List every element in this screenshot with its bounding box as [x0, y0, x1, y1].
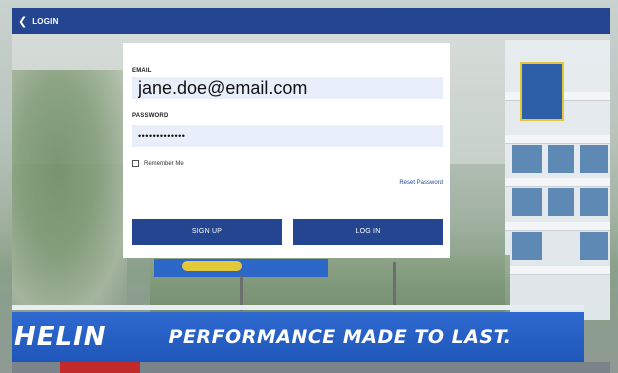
- banner-right-text: PERFORMANCE MADE TO LAST.: [168, 326, 512, 348]
- back-button[interactable]: ❮ LOGIN: [12, 8, 59, 34]
- page-title: LOGIN: [32, 16, 59, 26]
- building-window: [548, 145, 574, 173]
- checkbox-icon[interactable]: [132, 160, 139, 167]
- log-in-button[interactable]: LOG IN: [293, 219, 443, 245]
- remember-me-label: Remember Me: [144, 160, 184, 167]
- top-bar: ❮ LOGIN: [12, 8, 610, 34]
- billboard: [154, 259, 328, 277]
- building-window: [580, 188, 608, 216]
- building-floor: [505, 222, 610, 231]
- building-floor: [505, 178, 610, 187]
- password-field[interactable]: [132, 125, 443, 147]
- email-label: EMAIL: [132, 68, 152, 74]
- building-window: [580, 145, 608, 173]
- advertising-banner: HELIN PERFORMANCE MADE TO LAST.: [12, 312, 584, 362]
- sign-up-button[interactable]: SIGN UP: [132, 219, 282, 245]
- building-window: [548, 188, 574, 216]
- login-card: EMAIL PASSWORD Remember Me Reset Passwor…: [123, 43, 450, 258]
- building-window: [580, 232, 608, 260]
- building-window: [512, 145, 542, 173]
- building-floor: [505, 266, 610, 275]
- banner-left-text: HELIN: [14, 322, 107, 352]
- password-label: PASSWORD: [132, 113, 169, 119]
- building-sign: [520, 62, 564, 121]
- chevron-left-icon: ❮: [18, 14, 28, 28]
- banner-stripe: [12, 305, 584, 310]
- pole: [393, 262, 396, 310]
- remember-me-checkbox[interactable]: Remember Me: [132, 160, 184, 167]
- building-floor: [505, 135, 610, 144]
- building-window: [512, 188, 542, 216]
- red-sign: [60, 362, 140, 373]
- email-field[interactable]: [132, 77, 443, 99]
- building-window: [512, 232, 542, 260]
- trees-left: [12, 70, 127, 310]
- reset-password-link[interactable]: Reset Password: [399, 180, 443, 186]
